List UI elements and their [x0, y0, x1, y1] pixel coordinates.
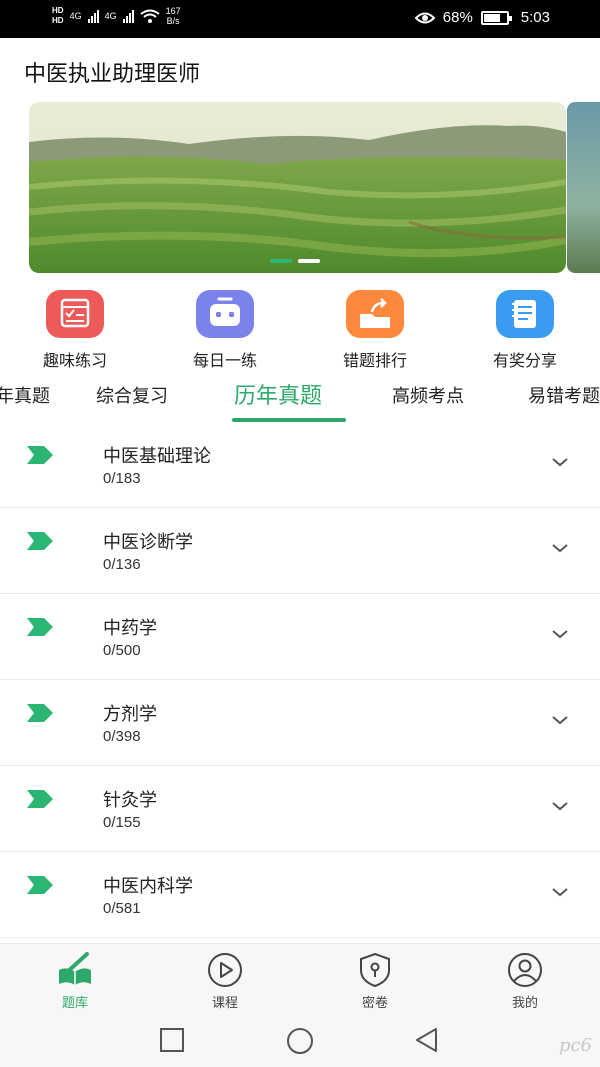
chevron-down-icon[interactable]: [551, 714, 569, 726]
tab-error-prone[interactable]: 易错考题: [528, 382, 600, 408]
robot-icon: [196, 290, 254, 338]
arrow-tag-icon: [27, 876, 53, 894]
quick-actions: 趣味练习 每日一练 错题排行 有奖分享: [0, 290, 600, 370]
quick-action-label: 错题排行: [342, 351, 407, 370]
subject-title: 针灸学: [103, 790, 157, 811]
subject-progress: 0/183: [103, 470, 141, 487]
system-nav-bar: [0, 1015, 600, 1067]
bottom-nav: 题库 课程 密卷 我的: [0, 943, 600, 1015]
recent-apps-icon[interactable]: [159, 1027, 185, 1053]
clock: 5:03: [520, 9, 550, 26]
list-item[interactable]: 方剂学 0/398: [0, 680, 600, 766]
nav-profile[interactable]: 我的: [485, 952, 565, 1011]
nav-label: 课程: [211, 996, 238, 1011]
chevron-down-icon[interactable]: [551, 800, 569, 812]
chevron-down-icon[interactable]: [551, 542, 569, 554]
subject-title: 中医诊断学: [103, 532, 193, 553]
signal-icon-2: [122, 9, 134, 23]
nav-label: 密卷: [361, 996, 388, 1011]
hd-badge-1: HD: [52, 6, 64, 15]
tab-review[interactable]: 综合复习: [96, 382, 168, 408]
wifi-icon: [139, 9, 160, 23]
subject-title: 中医内科学: [103, 876, 193, 897]
list-item[interactable]: 中医诊断学 0/136: [0, 508, 600, 594]
practice-icon: [46, 290, 104, 338]
subject-list: 中医基础理论 0/183 中医诊断学 0/136 中药学 0/500 方剂学 0…: [0, 422, 600, 938]
user-icon: [508, 953, 542, 987]
list-item[interactable]: 针灸学 0/155: [0, 766, 600, 852]
banner-image: [29, 102, 566, 273]
home-icon[interactable]: [286, 1027, 314, 1055]
list-item[interactable]: 中医基础理论 0/183: [0, 422, 600, 508]
play-icon: [208, 953, 242, 987]
banner-next-slide: [567, 102, 600, 273]
nav-label: 我的: [511, 996, 538, 1011]
chevron-down-icon[interactable]: [551, 628, 569, 640]
subject-progress: 0/398: [103, 728, 141, 745]
tab-zhenti-partial[interactable]: 年真题: [0, 382, 50, 408]
list-item[interactable]: 中医内科学 0/581: [0, 852, 600, 938]
arrow-tag-icon: [27, 446, 53, 464]
subject-progress: 0/155: [103, 814, 141, 831]
arrow-tag-icon: [27, 704, 53, 722]
carousel-indicator: [270, 259, 320, 263]
tab-hot-topics[interactable]: 高频考点: [392, 382, 464, 408]
subject-progress: 0/581: [103, 900, 141, 917]
shield-lock-icon: [360, 952, 390, 988]
arrow-tag-icon: [27, 532, 53, 550]
battery-percent: 68%: [442, 9, 473, 26]
net-speed-unit: B/s: [166, 16, 180, 26]
subject-title: 方剂学: [103, 704, 157, 725]
nav-question-bank[interactable]: 题库: [35, 952, 115, 1011]
share-folder-icon: [346, 290, 404, 338]
carousel-dot[interactable]: [298, 259, 320, 263]
quick-action-label: 有奖分享: [492, 351, 557, 370]
arrow-tag-icon: [27, 618, 53, 636]
chevron-down-icon[interactable]: [551, 456, 569, 468]
banner-carousel[interactable]: [29, 102, 566, 273]
signal-icon: [87, 9, 99, 23]
subject-progress: 0/136: [103, 556, 141, 573]
eye-icon: [414, 12, 435, 23]
quick-action-daily[interactable]: 每日一练: [165, 290, 285, 371]
page-title: 中医执业助理医师: [24, 62, 201, 87]
category-tabs: 年真题 综合复习 历年真题 高频考点 易错考题: [0, 376, 600, 426]
hd-badge-2: HD: [52, 16, 64, 25]
arrow-tag-icon: [27, 790, 53, 808]
nav-secret-papers[interactable]: 密卷: [335, 952, 415, 1011]
chevron-down-icon[interactable]: [551, 886, 569, 898]
net-speed-value: 167: [165, 6, 181, 16]
back-icon[interactable]: [414, 1027, 440, 1053]
quick-action-label: 每日一练: [192, 351, 257, 370]
subject-title: 中医基础理论: [103, 446, 211, 467]
quick-action-practice[interactable]: 趣味练习: [15, 290, 135, 371]
book-icon: [59, 952, 91, 985]
watermark-logo: pc6: [558, 1035, 592, 1056]
quick-action-ranking[interactable]: 错题排行: [315, 290, 435, 371]
status-left: HD HD 4G 4G 167 B/s: [52, 6, 181, 26]
quick-action-share[interactable]: 有奖分享: [465, 290, 585, 371]
status-bar: HD HD 4G 4G 167 B/s 68% 5:03: [0, 0, 600, 38]
carousel-dot[interactable]: [270, 259, 292, 263]
nav-label: 题库: [61, 996, 88, 1011]
network-type-1: 4G: [69, 11, 82, 21]
status-right: 68% 5:03: [414, 9, 550, 26]
battery-icon: [480, 10, 512, 25]
network-type-2: 4G: [104, 11, 117, 21]
nav-courses[interactable]: 课程: [185, 952, 265, 1011]
subject-title: 中药学: [103, 618, 157, 639]
quick-action-label: 趣味练习: [42, 351, 107, 370]
list-item[interactable]: 中药学 0/500: [0, 594, 600, 680]
tab-past-exams[interactable]: 历年真题: [234, 378, 322, 410]
subject-progress: 0/500: [103, 642, 141, 659]
notebook-icon: [496, 290, 554, 338]
